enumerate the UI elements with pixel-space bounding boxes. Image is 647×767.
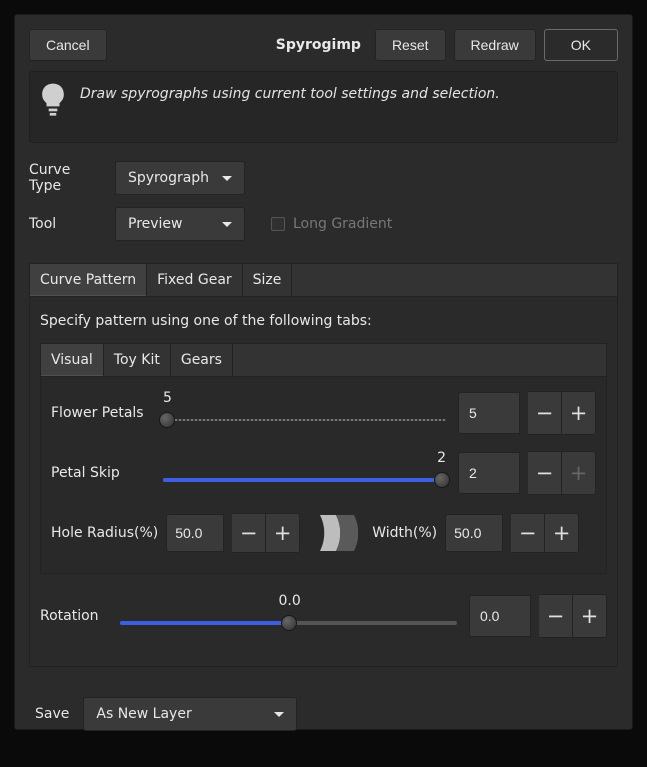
tab-visual[interactable]: Visual	[41, 344, 104, 376]
curve-type-row: Curve Type Spyrograph	[29, 161, 618, 195]
petal-skip-spinner: − +	[528, 451, 596, 495]
chevron-down-icon	[222, 176, 232, 181]
tool-dropdown[interactable]: Preview	[115, 207, 245, 241]
width-input[interactable]	[445, 514, 503, 552]
slider-track	[163, 419, 446, 421]
inner-tabs: Visual Toy Kit Gears	[40, 343, 607, 377]
minus-button[interactable]: −	[511, 513, 545, 553]
hint-box: Draw spyrographs using current tool sett…	[29, 71, 618, 143]
lightbulb-icon	[40, 82, 66, 120]
plus-button[interactable]: +	[266, 513, 300, 553]
tab-curve-pattern[interactable]: Curve Pattern	[30, 264, 147, 296]
slider-thumb[interactable]	[434, 472, 450, 488]
tab-size[interactable]: Size	[243, 264, 293, 296]
rotation-slider-value: 0.0	[279, 593, 301, 609]
plus-button[interactable]: +	[573, 594, 607, 638]
hole-width-row: Hole Radius(%) − + Width(%) − +	[51, 511, 596, 555]
width-spinner: − +	[511, 513, 579, 553]
pattern-intro: Specify pattern using one of the followi…	[40, 313, 607, 329]
slider-fill	[163, 478, 446, 482]
plus-button[interactable]: +	[545, 513, 579, 553]
chevron-down-icon	[222, 222, 232, 227]
flower-petals-label: Flower Petals	[51, 405, 151, 421]
slider-fill	[120, 621, 293, 625]
visual-panel: Flower Petals 5 − + Petal Skip 2	[40, 377, 607, 574]
chevron-down-icon	[274, 712, 284, 717]
arc-preview-icon	[314, 513, 358, 553]
minus-button[interactable]: −	[539, 594, 573, 638]
tab-gears[interactable]: Gears	[171, 344, 233, 376]
rotation-label: Rotation	[40, 608, 108, 624]
hole-radius-spinner: − +	[232, 513, 300, 553]
tab-fixed-gear[interactable]: Fixed Gear	[147, 264, 243, 296]
tool-label: Tool	[29, 216, 105, 232]
minus-button[interactable]: −	[232, 513, 266, 553]
ok-button[interactable]: OK	[544, 29, 618, 61]
minus-button[interactable]: −	[528, 391, 562, 435]
tab-toy-kit[interactable]: Toy Kit	[104, 344, 171, 376]
save-value: As New Layer	[96, 706, 191, 722]
hole-radius-label: Hole Radius(%)	[51, 525, 158, 541]
flower-petals-input[interactable]	[458, 392, 520, 434]
spyrogimp-dialog: Cancel Spyrogimp Reset Redraw OK Draw sp…	[14, 14, 633, 730]
flower-petals-slider[interactable]: 5	[159, 394, 450, 432]
flower-petals-slider-value: 5	[163, 390, 172, 406]
slider-thumb[interactable]	[281, 615, 297, 631]
petal-skip-slider-value: 2	[437, 450, 446, 466]
long-gradient-checkbox[interactable]	[271, 217, 285, 231]
flower-petals-row: Flower Petals 5 − +	[51, 391, 596, 435]
rotation-slider[interactable]: 0.0	[116, 597, 461, 635]
petal-skip-slider[interactable]: 2	[159, 454, 450, 492]
reset-button[interactable]: Reset	[375, 29, 446, 61]
save-label: Save	[35, 706, 69, 722]
long-gradient-label: Long Gradient	[293, 216, 392, 232]
petal-skip-label: Petal Skip	[51, 465, 151, 481]
long-gradient-check[interactable]: Long Gradient	[271, 216, 392, 232]
curve-type-label: Curve Type	[29, 162, 105, 194]
flower-petals-spinner: − +	[528, 391, 596, 435]
main-tabs: Curve Pattern Fixed Gear Size	[29, 263, 618, 297]
plus-button[interactable]: +	[562, 451, 596, 495]
petal-skip-row: Petal Skip 2 − +	[51, 451, 596, 495]
width-label: Width(%)	[372, 525, 437, 541]
header-bar: Cancel Spyrogimp Reset Redraw OK	[29, 29, 618, 61]
minus-button[interactable]: −	[528, 451, 562, 495]
hole-radius-input[interactable]	[166, 514, 224, 552]
slider-thumb[interactable]	[159, 412, 175, 428]
curve-type-value: Spyrograph	[128, 170, 209, 186]
petal-skip-input[interactable]	[458, 452, 520, 494]
rotation-input[interactable]	[469, 595, 531, 637]
curve-pattern-panel: Specify pattern using one of the followi…	[29, 297, 618, 667]
tool-row: Tool Preview Long Gradient	[29, 207, 618, 241]
rotation-row: Rotation 0.0 − +	[40, 594, 607, 648]
hint-text: Draw spyrographs using current tool sett…	[80, 82, 500, 102]
save-row: Save As New Layer	[29, 697, 618, 731]
curve-type-dropdown[interactable]: Spyrograph	[115, 161, 245, 195]
rotation-spinner: − +	[539, 594, 607, 638]
dialog-title: Spyrogimp	[115, 37, 367, 53]
cancel-button[interactable]: Cancel	[29, 29, 107, 61]
plus-button[interactable]: +	[562, 391, 596, 435]
tool-value: Preview	[128, 216, 183, 232]
redraw-button[interactable]: Redraw	[454, 29, 536, 61]
save-dropdown[interactable]: As New Layer	[83, 697, 297, 731]
